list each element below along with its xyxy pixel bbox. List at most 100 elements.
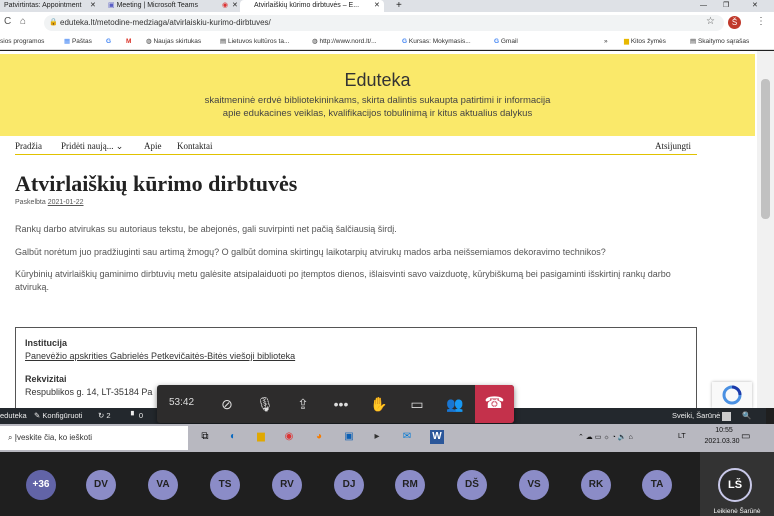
tab-teams[interactable]: ▣ Meeting | Microsoft Teams: [104, 0, 214, 12]
bookmark-label: Paštas: [71, 38, 92, 45]
updates-link[interactable]: ↻ 2: [98, 408, 111, 424]
clock-time[interactable]: 10:55: [706, 427, 742, 434]
phone-icon: ☎: [484, 395, 505, 412]
store-icon[interactable]: ▣: [342, 430, 356, 444]
participant-avatar[interactable]: RK: [581, 470, 611, 500]
participant-avatar[interactable]: VS: [519, 470, 549, 500]
search-placeholder: Įveskite čia, ko ieškoti: [14, 433, 93, 442]
participant-avatar[interactable]: DV: [86, 470, 116, 500]
close-icon[interactable]: ✕: [232, 0, 238, 12]
avatar: [722, 411, 732, 421]
chat-icon[interactable]: ▭: [405, 392, 429, 416]
updates-count: 2: [106, 411, 111, 420]
menu-icon[interactable]: ⋮: [756, 16, 766, 27]
tab-appointment[interactable]: Patvirtintas: Appointment: [0, 0, 96, 12]
comments-link[interactable]: ▘ 0: [131, 408, 143, 424]
participant-avatar[interactable]: RM: [395, 470, 425, 500]
more-options-icon[interactable]: •••: [329, 392, 353, 416]
customize-link[interactable]: ✎ Konfigūruoti: [34, 408, 82, 424]
hang-up-button[interactable]: ☎: [475, 385, 514, 423]
reading-list[interactable]: ▤ Skaitymo sąrašas: [690, 34, 749, 50]
participant-avatar[interactable]: RV: [272, 470, 302, 500]
close-icon[interactable]: ✕: [374, 0, 380, 12]
search-icon[interactable]: 🔍: [742, 408, 751, 424]
nav-add-new[interactable]: Pridėti naują... ⌄: [61, 141, 123, 152]
profile-avatar[interactable]: Š: [728, 16, 741, 29]
star-icon[interactable]: ☆: [706, 16, 715, 27]
bookmark-item[interactable]: ◍ http://www.nord.lt/...: [312, 34, 377, 50]
tab-eduteka[interactable]: Atvirlaiškių kūrimo dirbtuvės – E...: [240, 0, 384, 12]
self-name: Leikienė Šarūnė: [713, 508, 761, 515]
camera-off-icon[interactable]: ⊘: [215, 392, 239, 416]
new-tab-icon[interactable]: +: [396, 0, 402, 12]
bookmark-folder[interactable]: ▆ Kitos žymės: [624, 34, 666, 50]
bookmark-item[interactable]: G: [106, 34, 111, 50]
admin-site-name[interactable]: eduteka: [0, 408, 27, 424]
institution-link[interactable]: Panevėžio apskrities Gabrielės Petkeviča…: [25, 351, 295, 361]
participant-avatar[interactable]: TS: [210, 470, 240, 500]
address-input[interactable]: 🔒 eduteka.lt/metodine-medziaga/atvirlais…: [44, 15, 724, 31]
customize-label: Konfigūruoti: [42, 411, 83, 420]
scrollbar-thumb[interactable]: [761, 79, 770, 219]
bookmark-item[interactable]: M: [126, 34, 131, 50]
bookmark-item[interactable]: ▤ Lietuvos kultūros ta...: [220, 34, 289, 50]
url-text: eduteka.lt/metodine-medziaga/atvirlaiski…: [60, 18, 271, 27]
taskbar-search[interactable]: ⌕ Įveskite čia, ko ieškoti: [0, 426, 188, 450]
brush-icon: ✎: [34, 411, 41, 420]
edge-icon[interactable]: ◐: [226, 430, 240, 444]
nav-label: Pridėti naują...: [61, 141, 114, 151]
nav-logout[interactable]: Atsijungti: [655, 141, 691, 151]
nav-contacts[interactable]: Kontaktai: [177, 141, 213, 151]
reload-icon[interactable]: C: [4, 16, 11, 27]
bookmark-item[interactable]: G Kursas: Mokymasis...: [402, 34, 471, 50]
posted-label: Paskelbta: [15, 199, 46, 206]
bookmark-label: Kursas: Mokymasis...: [408, 38, 471, 45]
details-value: Respublikos g. 14, LT-35184 Pa: [25, 387, 153, 397]
page-title: Atvirlaiškių kūrimo dirbtuvės: [15, 171, 298, 196]
bookmark-item[interactable]: ◍ Naujas skirtukas: [146, 34, 201, 50]
posted-date-link[interactable]: 2021-01-22: [48, 199, 84, 206]
recording-icon: ◉: [222, 2, 229, 9]
share-screen-icon[interactable]: ⇪: [291, 392, 315, 416]
tray-icons[interactable]: ⌃ ☁ ▭ ☼ ◔ 🔊 ⌂: [578, 433, 633, 441]
nav-about[interactable]: Apie: [144, 141, 162, 151]
recaptcha-badge[interactable]: [712, 382, 752, 408]
account-menu[interactable]: Sveiki, Šarūnė: [672, 408, 732, 424]
minimize-icon[interactable]: —: [700, 0, 707, 12]
notifications-icon[interactable]: ▭: [741, 431, 750, 442]
word-icon[interactable]: W: [430, 430, 444, 444]
mail-icon[interactable]: ✉: [400, 430, 414, 444]
media-icon[interactable]: ▸: [370, 430, 384, 444]
participants-icon[interactable]: 👥: [443, 392, 467, 416]
mic-off-icon[interactable]: 🎙: [253, 392, 277, 416]
scrollbar[interactable]: [757, 51, 774, 408]
institution-label: Institucija: [25, 338, 68, 348]
nav-home[interactable]: Pradžia: [15, 141, 42, 151]
file-explorer-icon[interactable]: ▆: [254, 430, 268, 444]
maximize-icon[interactable]: ❐: [723, 0, 729, 12]
firefox-icon[interactable]: ◕: [312, 430, 326, 444]
participant-avatar[interactable]: TA: [642, 470, 672, 500]
overflow-count[interactable]: +36: [26, 470, 56, 500]
participant-avatar[interactable]: DJ: [334, 470, 364, 500]
close-icon[interactable]: ✕: [90, 0, 96, 12]
globe-icon: ◍: [312, 38, 318, 45]
task-view-icon[interactable]: ⧉: [198, 430, 212, 444]
bookmark-item[interactable]: ▦ Paštas: [64, 34, 92, 50]
bookmark-item[interactable]: sios programos: [0, 34, 44, 50]
participant-avatar[interactable]: DŠ: [457, 470, 487, 500]
details-label: Rekvizitai: [25, 374, 67, 384]
self-video-tile[interactable]: LŠ Leikienė Šarūnė: [700, 452, 774, 516]
bookmark-item[interactable]: G Gmail: [494, 34, 518, 50]
participant-avatar[interactable]: VA: [148, 470, 178, 500]
chrome-icon[interactable]: ◉: [282, 430, 296, 444]
raise-hand-icon[interactable]: ✋: [367, 392, 391, 416]
clock-date[interactable]: 2021.03.30: [698, 438, 746, 445]
language-indicator[interactable]: LT: [678, 433, 686, 440]
home-icon[interactable]: ⌂: [20, 16, 26, 27]
bookmarks-overflow[interactable]: »: [604, 34, 608, 50]
search-icon: ⌕: [8, 433, 13, 442]
close-window-icon[interactable]: ✕: [752, 0, 758, 12]
site-title[interactable]: Eduteka: [0, 70, 755, 91]
google-icon: G: [402, 38, 408, 45]
